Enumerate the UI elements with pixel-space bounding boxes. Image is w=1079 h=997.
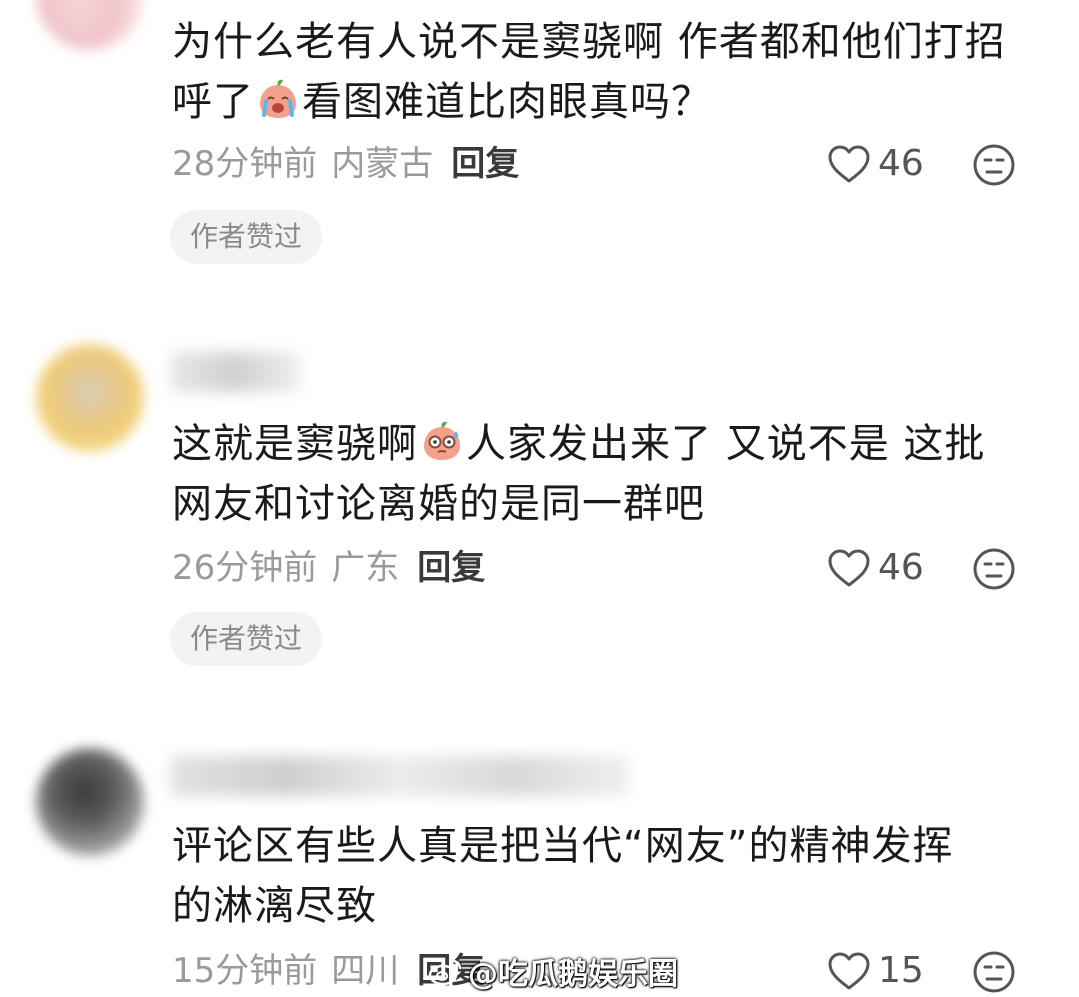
neutral-face-icon[interactable] xyxy=(972,950,1016,994)
like-count: 46 xyxy=(878,143,924,184)
comment-text-segment: 呼了 xyxy=(172,79,254,125)
comment-location: 四川 xyxy=(331,951,400,991)
comment-meta: 28分钟前 内蒙古 回复 xyxy=(172,139,519,189)
comment-text-line: 网友和讨论离婚的是同一群吧 xyxy=(172,481,705,527)
comment-text-segment: 这就是窦骁啊 xyxy=(172,421,418,467)
comment-text-line: 这就是窦骁啊 人家发出来了 又说不是 这批 xyxy=(172,414,1032,474)
username[interactable] xyxy=(170,756,630,796)
comment-location: 广东 xyxy=(331,548,400,588)
comment-time: 26分钟前 xyxy=(172,548,318,588)
like-count: 46 xyxy=(878,547,924,588)
comment-text-line: 评论区有些人真是把当代“网友”的精神发挥 xyxy=(172,823,954,869)
username[interactable] xyxy=(170,352,300,392)
author-liked-badge: 作者赞过 xyxy=(170,612,323,666)
comment-location: 内蒙古 xyxy=(331,144,434,184)
weibo-logo-icon xyxy=(428,959,462,986)
comment-time: 28分钟前 xyxy=(172,144,318,184)
comment-text-line: 的淋漓尽致 xyxy=(172,883,377,929)
avatar[interactable] xyxy=(36,748,144,856)
watermark: @吃瓜鹅娱乐圈 xyxy=(428,948,678,994)
author-liked-badge: 作者赞过 xyxy=(170,210,323,264)
heart-outline-icon xyxy=(828,145,870,183)
avatar[interactable] xyxy=(36,0,144,50)
like-button[interactable]: 46 xyxy=(826,139,924,189)
heart-outline-icon xyxy=(828,549,870,587)
comment-text-line: 为什么老有人说不是窦骁啊 作者都和他们打招 xyxy=(172,19,1006,65)
neutral-face-icon[interactable] xyxy=(972,143,1016,187)
like-count: 15 xyxy=(878,950,924,991)
watermark-text: @吃瓜鹅娱乐圈 xyxy=(468,957,678,992)
comment-text: 为什么老有人说不是窦骁啊 作者都和他们打招 呼了 看图难道比肉眼真吗？ xyxy=(172,12,1032,132)
reply-button[interactable]: 回复 xyxy=(451,144,519,184)
sweating-peach-glasses-emoji-icon xyxy=(424,421,460,460)
comment-time: 15分钟前 xyxy=(172,951,318,991)
crying-peach-emoji-icon xyxy=(260,79,296,118)
heart-outline-icon xyxy=(828,952,870,990)
comment-text: 评论区有些人真是把当代“网友”的精神发挥 的淋漓尽致 xyxy=(172,816,1032,936)
comment-meta: 26分钟前 广东 回复 xyxy=(172,543,485,593)
like-button[interactable]: 15 xyxy=(826,946,924,996)
comment-text-segment: 看图难道比肉眼真吗？ xyxy=(302,79,712,125)
like-button[interactable]: 46 xyxy=(826,543,924,593)
avatar[interactable] xyxy=(36,344,144,452)
reply-button[interactable]: 回复 xyxy=(417,548,485,588)
comment-text: 这就是窦骁啊 人家发出来了 又说不是 这批 网友和讨论离婚的是同一群吧 xyxy=(172,414,1032,534)
comment-text-segment: 人家发出来了 又说不是 这批 xyxy=(466,421,986,467)
neutral-face-icon[interactable] xyxy=(972,547,1016,591)
comment-text-line: 呼了 看图难道比肉眼真吗？ xyxy=(172,72,1032,132)
